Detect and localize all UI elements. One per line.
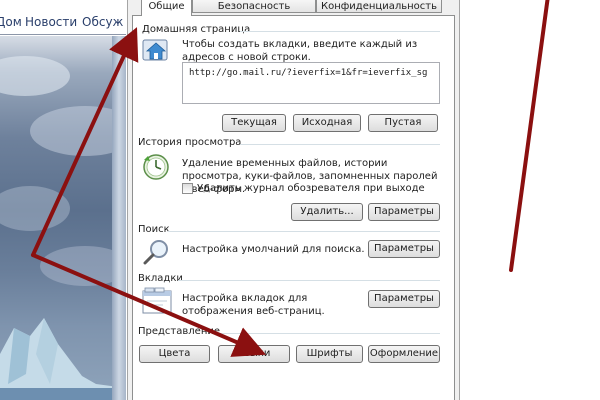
section-divider — [178, 280, 440, 281]
search-settings-button[interactable]: Параметры — [368, 240, 440, 258]
delete-history-button[interactable]: Удалить... — [291, 203, 363, 221]
home-page-description: Чтобы создать вкладки, введите каждый из… — [182, 39, 418, 63]
section-divider — [240, 31, 440, 32]
use-blank-button[interactable]: Пустая — [368, 114, 438, 132]
nav-divider — [0, 34, 126, 35]
languages-button[interactable]: Языки — [218, 345, 290, 363]
colors-button[interactable]: Цвета — [139, 345, 210, 363]
nav-link-news[interactable]: Новости — [25, 15, 77, 29]
screenshot-stage: Дом Новости Обсуж Общие Безопасность Кон… — [0, 0, 600, 400]
cloud — [0, 56, 70, 96]
home-page-section-title: Домашняя страница — [142, 24, 251, 35]
browser-scrollbar-edge — [112, 36, 126, 400]
section-divider — [218, 333, 440, 334]
iceberg-image — [0, 318, 126, 400]
home-page-url-field[interactable]: http://go.mail.ru/?ieverfix=1&fr=ieverfi… — [182, 62, 440, 104]
history-section-title: История просмотра — [138, 137, 242, 148]
arrow-right-stroke — [509, 0, 550, 272]
browser-nav-bar: Дом Новости Обсуж — [0, 0, 126, 34]
search-magnifier-icon — [143, 240, 168, 265]
appearance-section-title: Представление — [138, 326, 221, 337]
nav-link-home[interactable]: Дом — [0, 15, 22, 29]
use-current-button[interactable]: Текущая — [222, 114, 286, 132]
accessibility-button[interactable]: Оформление — [368, 345, 440, 363]
search-section-title: Поиск — [138, 224, 170, 235]
tab-security[interactable]: Безопасность — [192, 0, 316, 13]
fonts-button[interactable]: Шрифты — [296, 345, 363, 363]
home-page-icon — [142, 39, 168, 61]
history-settings-button[interactable]: Параметры — [368, 203, 440, 221]
search-description: Настройка умолчаний для поиска. — [182, 244, 365, 255]
delete-history-on-exit-label[interactable]: Удалить журнал обозревателя при выходе — [197, 182, 437, 195]
tab-privacy[interactable]: Конфиденциальность — [316, 0, 442, 13]
tab-general[interactable]: Общие — [141, 0, 192, 16]
use-default-button[interactable]: Исходная — [293, 114, 361, 132]
cloud — [0, 186, 70, 231]
section-divider — [240, 144, 440, 145]
delete-history-on-exit-checkbox[interactable] — [182, 183, 193, 194]
tabs-settings-button[interactable]: Параметры — [368, 290, 440, 308]
background-photo — [0, 36, 126, 400]
nav-link-discussions[interactable]: Обсуж — [82, 15, 123, 29]
tabs-section-title: Вкладки — [138, 273, 183, 284]
history-clock-icon — [143, 154, 169, 180]
tabs-description: Настройка вкладок для отображения веб-ст… — [182, 293, 325, 317]
browser-window: Дом Новости Обсуж — [0, 0, 126, 400]
tabs-window-icon — [142, 287, 172, 314]
section-divider — [168, 231, 440, 232]
